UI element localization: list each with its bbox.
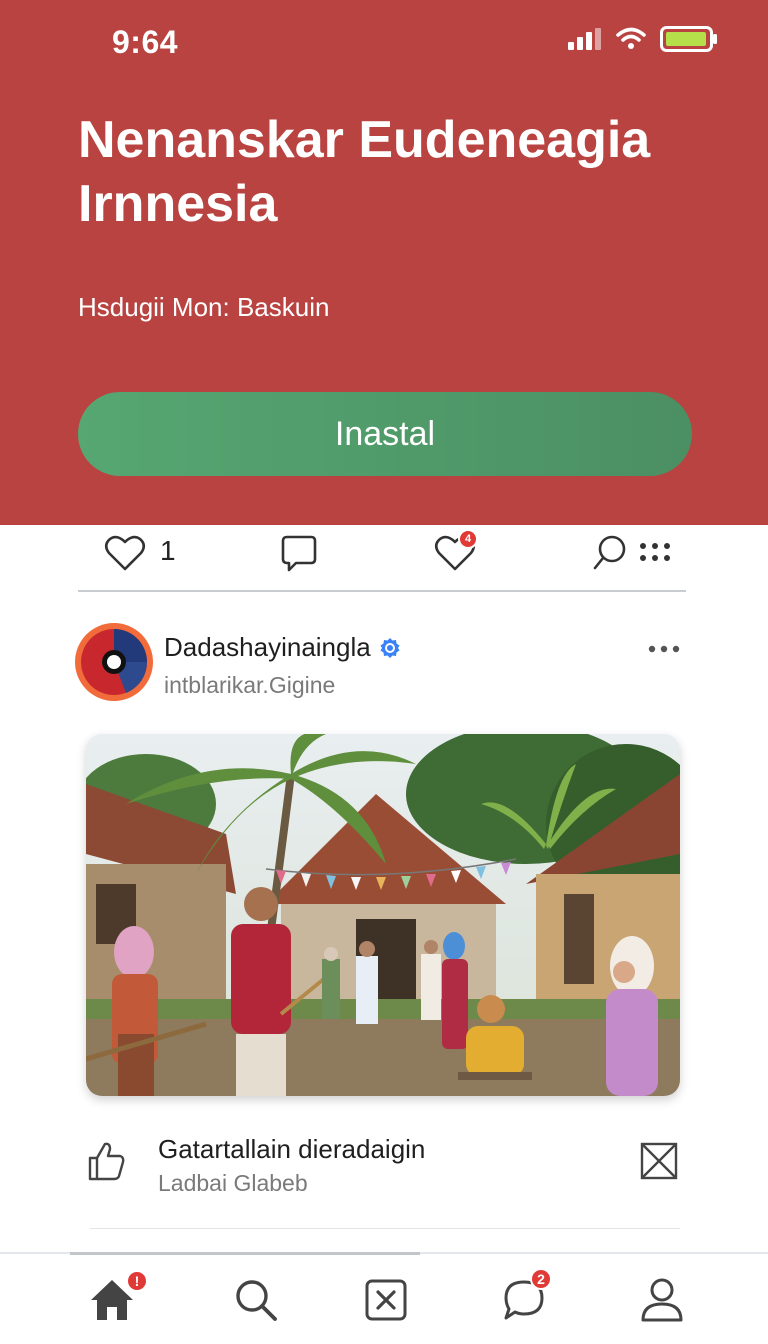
nav-search[interactable]: [228, 1272, 284, 1328]
like-count: 1: [160, 535, 176, 566]
caption-row: Gatartallain dieradaigin Ladbai Glabeb: [0, 1128, 768, 1208]
mail-x-icon[interactable]: [640, 1142, 678, 1180]
search-icon: [236, 1280, 277, 1321]
thumbs-up-icon[interactable]: [86, 1140, 126, 1182]
hero-subtitle: Hsdugii Mon: Baskuin: [78, 292, 330, 322]
action-row: 1 4: [0, 525, 768, 591]
hero-title: Nenanskar Eudeneagia Irnnesia: [78, 111, 651, 233]
avatar[interactable]: [74, 622, 154, 702]
author-handle: intblarikar.Gigine: [164, 672, 336, 698]
status-icons: [568, 26, 718, 52]
install-button[interactable]: Inastal: [78, 392, 692, 476]
status-bar: 9:64: [0, 0, 768, 84]
nav-profile[interactable]: [634, 1272, 690, 1328]
more-options-icon[interactable]: [648, 644, 680, 654]
home-badge: !: [126, 1270, 148, 1292]
comment-icon[interactable]: [280, 533, 318, 573]
nav-chat[interactable]: 2: [496, 1268, 552, 1328]
nav-indicator: [70, 1252, 420, 1255]
village-scene-image: [86, 734, 680, 1096]
notifications-heart[interactable]: 4: [434, 529, 478, 573]
hero-banner: 9:64 Nenanskar Eudeneagia Irnnesia Hsdug…: [0, 0, 768, 525]
caption-subtitle: Ladbai Glabeb: [158, 1170, 308, 1196]
signal-icon: [568, 28, 601, 50]
divider: [78, 590, 686, 592]
post-image[interactable]: [86, 734, 680, 1096]
search-bubble-icon[interactable]: [592, 533, 628, 573]
grid-dots-icon[interactable]: [638, 541, 674, 565]
status-time: 9:64: [112, 24, 179, 60]
verified-icon: [380, 637, 400, 658]
heart-icon[interactable]: [104, 533, 146, 573]
profile-icon: [641, 1278, 683, 1322]
nav-home[interactable]: !: [84, 1270, 148, 1328]
author-name[interactable]: Dadashayinaingla: [164, 632, 371, 663]
wifi-icon: [616, 27, 646, 49]
close-box-icon: [365, 1279, 407, 1321]
post-header: Dadashayinaingla intblarikar.Gigine: [74, 622, 694, 712]
caption-title: Gatartallain dieradaigin: [158, 1134, 426, 1164]
author-row[interactable]: Dadashayinaingla: [164, 632, 401, 663]
chat-badge: 2: [530, 1268, 552, 1290]
notification-badge: 4: [458, 529, 478, 549]
battery-icon: [660, 26, 717, 52]
divider: [90, 1228, 680, 1229]
nav-close-box[interactable]: [358, 1272, 414, 1328]
bottom-nav: ! 2: [0, 1252, 768, 1344]
